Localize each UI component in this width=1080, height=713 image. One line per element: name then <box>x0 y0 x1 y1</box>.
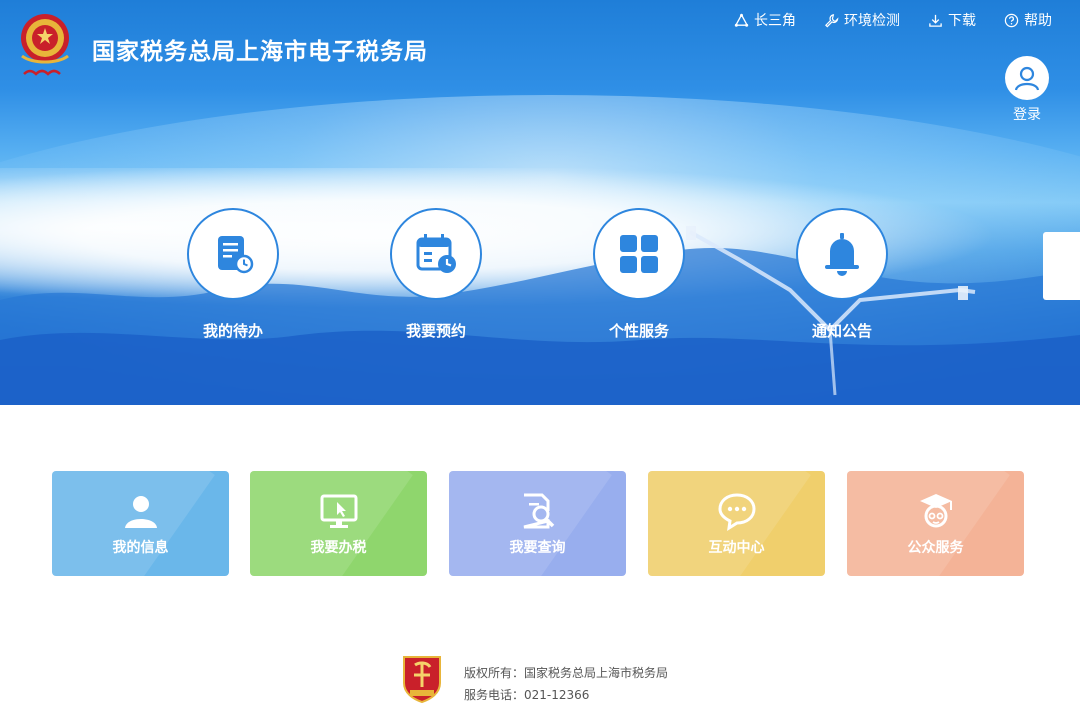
tile-interaction-center[interactable]: 互动中心 <box>648 471 825 576</box>
quick-icon-circle <box>187 208 279 300</box>
todo-list-icon <box>218 236 254 274</box>
nav-yangtze-delta[interactable]: 长三角 <box>734 10 796 30</box>
login-button[interactable]: 登录 <box>1004 56 1050 124</box>
quick-icon-circle <box>796 208 888 300</box>
user-avatar-icon <box>1005 56 1049 100</box>
document-search-icon <box>523 493 554 528</box>
tile-label: 我要办税 <box>310 539 367 556</box>
tile-label: 公众服务 <box>907 539 964 556</box>
nav-help[interactable]: 帮助 <box>1004 10 1052 30</box>
quick-personal-service[interactable]: 个性服务 <box>593 208 685 341</box>
quick-icon-circle <box>390 208 482 300</box>
quick-appointment[interactable]: 我要预约 <box>390 208 482 341</box>
chat-bubble-icon <box>717 492 756 531</box>
download-icon <box>929 14 942 27</box>
quick-icon-circle <box>593 208 685 300</box>
quick-label: 通知公告 <box>811 322 872 340</box>
quick-label: 我的待办 <box>202 322 263 340</box>
graduate-icon <box>919 493 952 527</box>
tax-emblem-logo[interactable] <box>14 8 76 84</box>
party-emblem-logo <box>403 656 441 703</box>
quick-label: 我要预约 <box>405 322 466 340</box>
nav-download[interactable]: 下载 <box>928 10 976 30</box>
triangle-nodes-icon <box>734 13 749 27</box>
nav-label: 长三角 <box>754 13 796 29</box>
quick-label: 个性服务 <box>608 322 669 340</box>
quick-my-todo[interactable]: 我的待办 <box>187 208 279 341</box>
help-circle-icon <box>1004 13 1019 27</box>
tile-query[interactable]: 我要查询 <box>449 471 626 576</box>
footer-phone: 服务电话：021-12366 <box>464 688 590 702</box>
tile-public-service[interactable]: 公众服务 <box>847 471 1024 576</box>
wrench-icon <box>825 13 839 27</box>
nav-environment-check[interactable]: 环境检测 <box>824 10 900 30</box>
site-title: 国家税务总局上海市电子税务局 <box>92 39 428 65</box>
nav-label: 环境检测 <box>844 13 900 29</box>
calendar-clock-icon <box>416 234 456 273</box>
footer-copyright: 版权所有：国家税务总局上海市税务局 <box>464 666 669 680</box>
login-label: 登录 <box>1013 107 1041 123</box>
bell-icon <box>825 233 859 276</box>
footer-info: 版权所有：国家税务总局上海市税务局 服务电话：021-12366 <box>464 662 668 706</box>
nav-label: 帮助 <box>1024 13 1052 29</box>
tile-label: 我的信息 <box>112 539 169 556</box>
quick-notice[interactable]: 通知公告 <box>796 208 888 341</box>
grid-apps-icon <box>620 235 658 273</box>
top-navigation: 长三角 环境检测 下载 帮助 <box>734 10 1052 30</box>
tile-my-info[interactable]: 我的信息 <box>52 471 229 576</box>
tile-tax-handling[interactable]: 我要办税 <box>250 471 427 576</box>
tile-label: 我要查询 <box>509 539 566 556</box>
tile-label: 互动中心 <box>708 539 765 556</box>
nav-label: 下载 <box>948 13 976 29</box>
monitor-cursor-icon <box>320 494 357 528</box>
side-floating-tab[interactable] <box>1043 232 1080 300</box>
user-icon <box>124 495 157 528</box>
